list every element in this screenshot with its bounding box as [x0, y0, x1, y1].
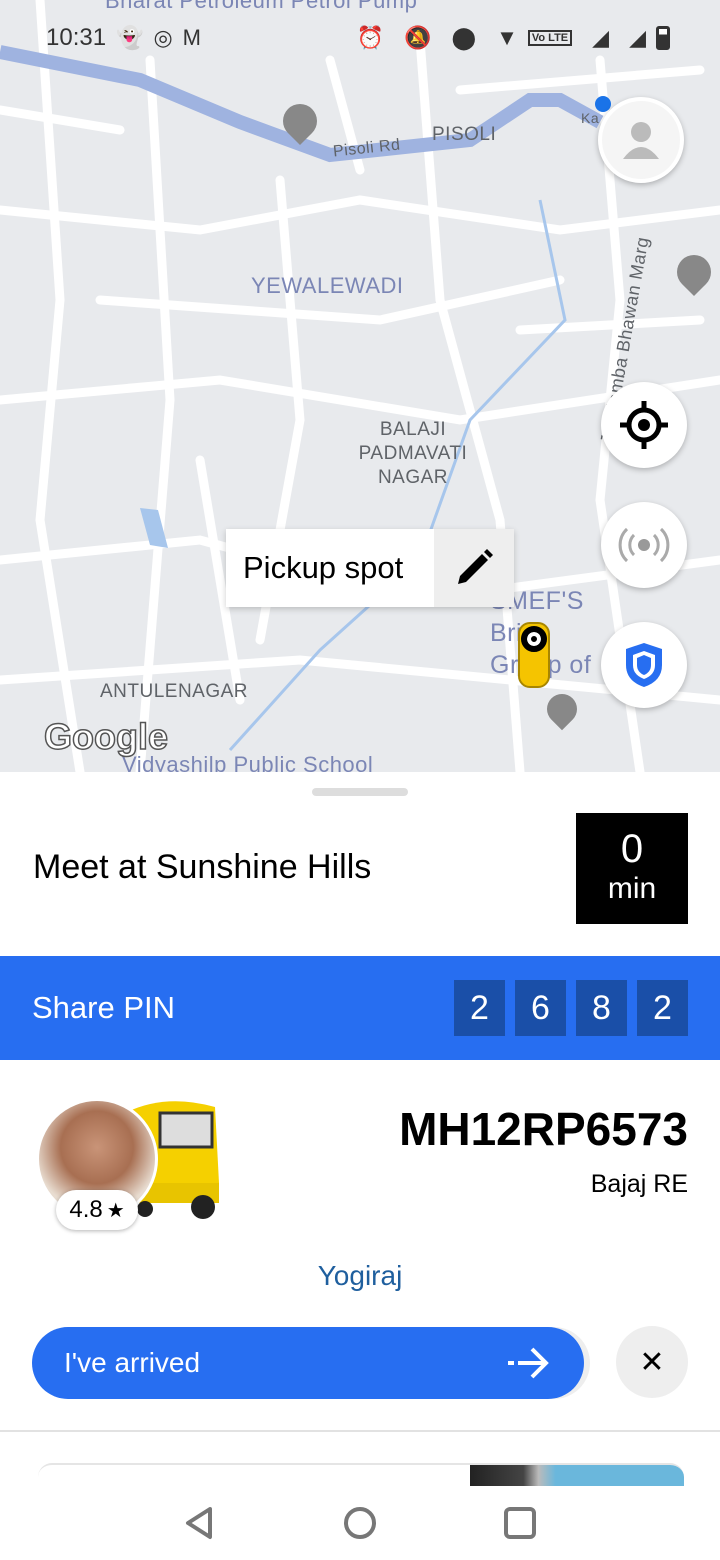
status-time: 10:31 — [46, 24, 107, 51]
google-logo: Google — [43, 715, 169, 758]
gmail-icon: M — [182, 25, 201, 50]
pickup-spot-callout[interactable]: Pickup spot — [226, 529, 514, 607]
signal-icon: ◢ — [592, 25, 610, 50]
meet-location-text: Meet at Sunshine Hills — [33, 848, 372, 886]
bell-off-icon: 🔕 — [404, 25, 432, 50]
edit-pickup-button[interactable] — [434, 529, 514, 607]
driver-name[interactable]: Yogiraj — [0, 1260, 720, 1292]
share-pin-label: Share PIN — [32, 990, 176, 1025]
volte-icon: Vo LTE — [527, 30, 573, 46]
sheet-drag-handle[interactable] — [312, 788, 408, 796]
shield-icon — [626, 643, 662, 687]
recenter-button[interactable] — [601, 382, 687, 468]
eta-unit: min — [607, 872, 657, 905]
map-label: BALAJI PADMAVATI NAGAR — [358, 419, 468, 488]
broadcast-icon — [618, 527, 670, 563]
pin-digit: 2 — [637, 980, 688, 1036]
crosshair-icon — [620, 401, 668, 449]
pin-digit: 6 — [515, 980, 566, 1036]
pickup-spot-label: Pickup spot — [243, 550, 404, 585]
profile-button[interactable] — [598, 97, 684, 183]
auto-rickshaw-marker-icon — [518, 622, 550, 688]
map-label: Bharat Petroleum Petrol Pump — [105, 0, 418, 13]
snapchat-icon: 👻 — [116, 25, 144, 50]
alarm-icon: ⏰ — [356, 25, 385, 50]
safety-shield-button[interactable] — [601, 622, 687, 708]
pin-digit: 2 — [454, 980, 505, 1036]
pencil-icon — [458, 549, 493, 584]
driver-rating: 4.8 ★ — [56, 1190, 138, 1230]
ive-arrived-label: I've arrived — [64, 1347, 201, 1378]
status-bar: 10:31 👻 ◎ M ⏰ 🔕 ⬤ ▼ Vo LTE ◢ ◢ — [46, 20, 670, 56]
map-label: YEWALEWADI — [251, 273, 404, 298]
ive-arrived-button[interactable]: I've arrived — [32, 1327, 584, 1399]
home-icon[interactable] — [340, 1503, 380, 1543]
map-label: PISOLI — [432, 124, 497, 145]
rating-value: 4.8 — [69, 1196, 103, 1223]
arrow-right-icon — [508, 1347, 549, 1379]
instagram-icon: ◎ — [153, 25, 173, 50]
recents-icon[interactable] — [500, 1503, 540, 1543]
android-nav-bar — [0, 1486, 720, 1560]
eta-badge: 0 min — [576, 813, 688, 924]
close-button[interactable]: ✕ — [616, 1326, 688, 1398]
signal-icon: ◢ — [629, 25, 646, 50]
star-icon: ★ — [106, 1199, 125, 1222]
pin-digit: 8 — [576, 980, 627, 1036]
map-label: Ka — [581, 110, 600, 126]
person-icon — [623, 122, 659, 159]
license-plate: MH12RP6573 — [399, 1103, 688, 1155]
divider — [0, 1430, 720, 1432]
eta-value: 0 — [620, 827, 644, 871]
location-icon: ⬤ — [451, 25, 477, 50]
map-label: ANTULENAGAR — [100, 681, 249, 702]
back-icon[interactable] — [180, 1503, 220, 1543]
safety-toolkit-button[interactable] — [601, 502, 687, 588]
share-pin-bar[interactable]: Share PIN 2 6 8 2 — [0, 956, 720, 1060]
map-view[interactable]: Bharat Petroleum Petrol Pump Pisoli Rd P… — [0, 0, 720, 772]
vehicle-model: Bajaj RE — [590, 1170, 688, 1198]
battery-icon — [656, 26, 670, 50]
wifi-icon: ▼ — [496, 25, 518, 50]
